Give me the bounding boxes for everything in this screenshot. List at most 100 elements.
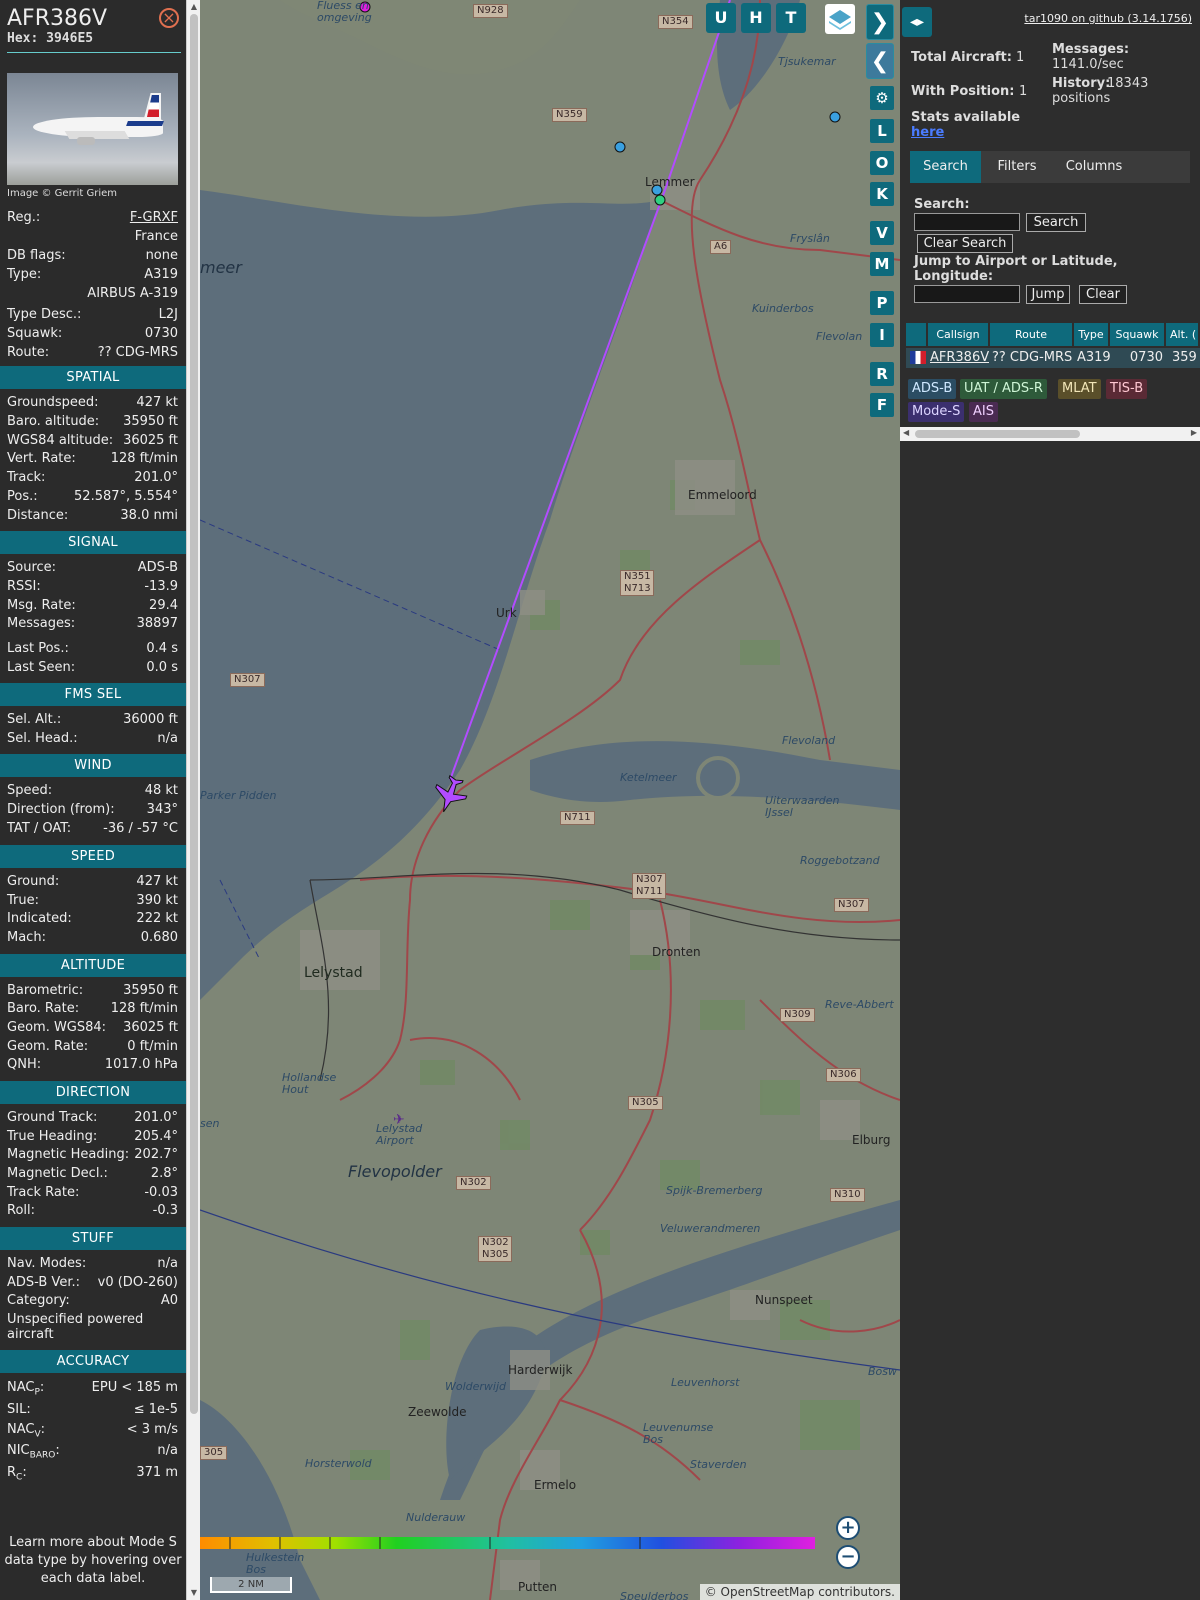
row-callsign[interactable]: AFR386V xyxy=(930,349,989,367)
scroll-up-icon[interactable]: ▲ xyxy=(189,2,199,12)
col-flag[interactable] xyxy=(906,323,928,346)
map-toggle-m[interactable]: M xyxy=(870,252,894,276)
info-key[interactable]: Ground: xyxy=(7,874,59,889)
info-key[interactable]: Nav. Modes: xyxy=(7,1256,86,1271)
info-key[interactable]: QNH: xyxy=(7,1057,41,1072)
info-key[interactable]: Groundspeed: xyxy=(7,395,98,410)
map-place-label: sen xyxy=(200,1117,220,1130)
info-key[interactable]: Distance: xyxy=(7,508,68,523)
button-t[interactable]: T xyxy=(776,3,806,33)
info-key[interactable]: Baro. altitude: xyxy=(7,414,99,429)
info-key[interactable]: Source: xyxy=(7,560,56,575)
clear-search-button[interactable]: Clear Search xyxy=(917,234,1013,253)
zoom-out-button[interactable]: − xyxy=(836,1545,860,1569)
info-value: n/a xyxy=(157,1256,178,1271)
map-toggle-k[interactable]: K xyxy=(870,182,894,206)
tab-columns[interactable]: Columns xyxy=(1053,151,1135,183)
map-toggle-v[interactable]: V xyxy=(870,221,894,245)
info-key[interactable]: Msg. Rate: xyxy=(7,598,76,613)
info-key[interactable]: NACV: xyxy=(7,1422,45,1440)
info-key[interactable]: NICBARO: xyxy=(7,1443,60,1461)
map-place-label: Dronten xyxy=(652,945,701,959)
layers-button[interactable] xyxy=(825,4,855,34)
col-type[interactable]: Type xyxy=(1074,323,1110,346)
info-key[interactable]: Category: xyxy=(7,1293,70,1308)
info-key[interactable]: ADS-B Ver.: xyxy=(7,1275,80,1290)
settings-button[interactable]: ⚙ xyxy=(870,86,894,110)
collapse-left-button[interactable]: ❮ xyxy=(866,43,894,79)
map-toggle-o[interactable]: O xyxy=(870,151,894,175)
info-key[interactable]: Messages: xyxy=(7,616,75,631)
info-key[interactable]: Unspecified powered aircraft xyxy=(7,1312,178,1342)
info-key[interactable]: Direction (from): xyxy=(7,802,115,817)
info-key[interactable]: Magnetic Heading: xyxy=(7,1147,129,1162)
info-key[interactable]: Speed: xyxy=(7,783,52,798)
info-key[interactable]: NACP: xyxy=(7,1380,44,1398)
info-key[interactable]: True Heading: xyxy=(7,1129,97,1144)
map-toggle-l[interactable]: L xyxy=(870,119,894,143)
hscroll-thumb[interactable] xyxy=(915,430,1080,438)
jump-button[interactable]: Jump xyxy=(1026,285,1070,304)
info-key[interactable]: SIL: xyxy=(7,1402,31,1417)
map-toggle-r[interactable]: R xyxy=(870,362,894,386)
info-key[interactable]: Sel. Alt.: xyxy=(7,712,61,727)
info-key[interactable]: Pos.: xyxy=(7,489,38,504)
map-view[interactable]: ✈ Fluess en omgeving Tjsukemar Lemmer Fr… xyxy=(200,0,900,1600)
info-scrollbar[interactable]: ▲ ▼ xyxy=(186,0,200,1600)
scroll-down-icon[interactable]: ▼ xyxy=(189,1588,199,1598)
stats-here-link[interactable]: here xyxy=(911,125,944,140)
aircraft-photo[interactable] xyxy=(7,73,178,185)
info-key[interactable]: Last Seen: xyxy=(7,660,75,675)
info-value: 29.4 xyxy=(149,598,178,613)
info-key[interactable]: Roll: xyxy=(7,1203,35,1218)
info-key[interactable]: TAT / OAT: xyxy=(7,821,71,836)
tab-filters[interactable]: Filters xyxy=(986,151,1048,183)
map-toggle-i[interactable]: I xyxy=(870,323,894,347)
info-key[interactable]: Track Rate: xyxy=(7,1185,79,1200)
scroll-right-icon[interactable]: ▶ xyxy=(1191,428,1197,437)
map-toggle-p[interactable]: P xyxy=(870,291,894,315)
col-route[interactable]: Route xyxy=(990,323,1074,346)
jump-input[interactable] xyxy=(914,285,1020,303)
info-key[interactable]: RSSI: xyxy=(7,579,41,594)
toggle-sidebar-button[interactable]: ◂▸ xyxy=(902,7,932,37)
tab-search[interactable]: Search xyxy=(910,151,981,183)
col-callsign[interactable]: Callsign xyxy=(928,323,990,346)
registration-link[interactable]: F-GRXF xyxy=(130,210,178,225)
info-key[interactable]: Indicated: xyxy=(7,911,72,926)
button-h[interactable]: H xyxy=(741,3,771,33)
info-row: Sel. Head.: n/a xyxy=(7,731,178,750)
info-key[interactable]: Magnetic Decl.: xyxy=(7,1166,108,1181)
zoom-in-button[interactable]: + xyxy=(836,1516,860,1540)
info-key[interactable]: Baro. Rate: xyxy=(7,1001,79,1016)
info-key[interactable]: Last Pos.: xyxy=(7,641,69,656)
row-altitude: 359 xyxy=(1172,350,1197,365)
info-key[interactable]: Barometric: xyxy=(7,983,83,998)
info-key[interactable]: WGS84 altitude: xyxy=(7,433,113,448)
info-key[interactable]: Vert. Rate: xyxy=(7,451,76,466)
osm-link[interactable]: OpenStreetMap xyxy=(721,1585,815,1599)
info-key[interactable]: Geom. Rate: xyxy=(7,1039,88,1054)
clear-button[interactable]: Clear xyxy=(1079,285,1127,304)
table-hscrollbar[interactable]: ◀ ▶ xyxy=(900,427,1200,441)
col-squawk[interactable]: Squawk xyxy=(1110,323,1166,346)
button-u[interactable]: U xyxy=(706,3,736,33)
info-key[interactable]: True: xyxy=(7,893,39,908)
close-icon[interactable]: × xyxy=(159,8,179,28)
info-key[interactable]: RC: xyxy=(7,1465,27,1483)
info-key[interactable]: Geom. WGS84: xyxy=(7,1020,106,1035)
map-toggle-f[interactable]: F xyxy=(870,393,894,417)
info-key[interactable]: Track: xyxy=(7,470,45,485)
search-input[interactable] xyxy=(914,213,1020,231)
info-key[interactable]: Ground Track: xyxy=(7,1110,97,1125)
scroll-thumb[interactable] xyxy=(190,14,198,1414)
road-shield: N310 xyxy=(830,1188,865,1202)
detail-key: Type: xyxy=(7,267,42,282)
search-button[interactable]: Search xyxy=(1026,213,1086,232)
scroll-left-icon[interactable]: ◀ xyxy=(903,428,909,437)
info-key[interactable]: Mach: xyxy=(7,930,46,945)
col-altitude[interactable]: Alt. ( xyxy=(1166,323,1200,346)
expand-right-button[interactable]: ❯ xyxy=(866,4,894,40)
github-link[interactable]: tar1090 on github (3.14.1756) xyxy=(1024,12,1192,25)
info-key[interactable]: Sel. Head.: xyxy=(7,731,78,746)
